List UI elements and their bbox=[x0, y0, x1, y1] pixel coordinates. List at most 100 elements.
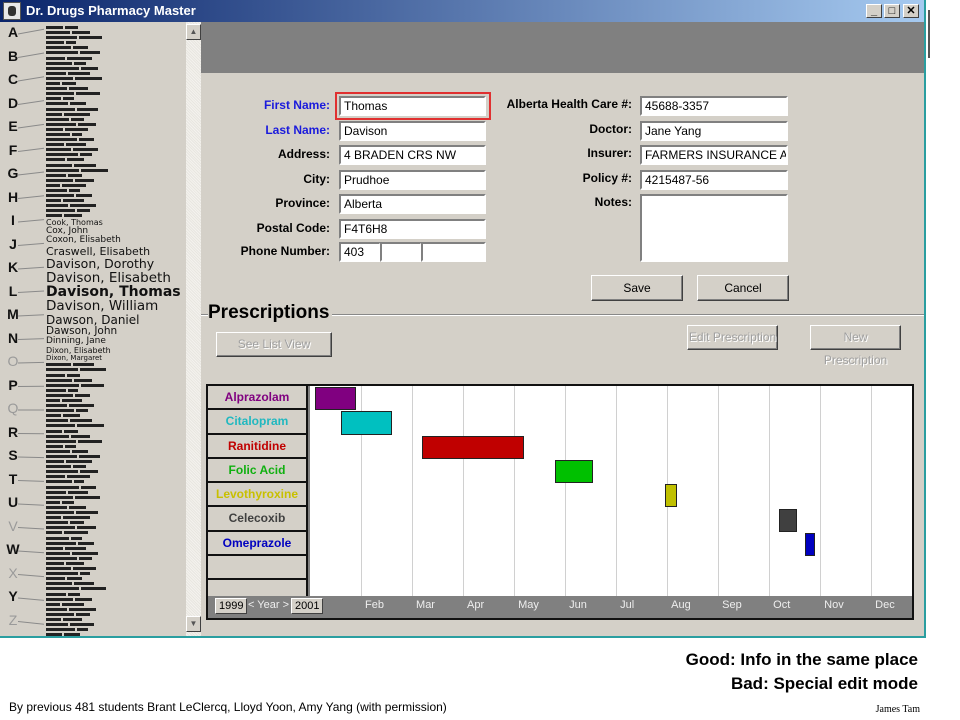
month-gridline bbox=[514, 386, 516, 596]
last-name-input[interactable]: Davison bbox=[339, 120, 486, 141]
month-tick-label: May bbox=[518, 599, 539, 611]
connector-line bbox=[18, 171, 45, 176]
field-label: Address: bbox=[277, 147, 330, 161]
credit-text: By previous 481 students Brant LeClercq,… bbox=[9, 700, 447, 714]
patient-name-item[interactable]: Davison, William bbox=[46, 299, 186, 313]
patient-name-item[interactable]: Dixon, Margaret bbox=[46, 354, 186, 362]
prescription-bar[interactable] bbox=[804, 532, 816, 557]
connector-line bbox=[18, 361, 45, 364]
drug-label[interactable]: Celecoxib bbox=[208, 507, 308, 532]
field-label: First Name: bbox=[263, 98, 330, 112]
save-button[interactable]: Save bbox=[591, 275, 683, 301]
connector-line bbox=[18, 52, 45, 58]
connector-line bbox=[18, 527, 45, 530]
month-tick-label: Apr bbox=[467, 599, 485, 611]
drug-label[interactable]: Citalopram bbox=[208, 410, 308, 435]
connector-line bbox=[18, 621, 45, 625]
insurer-input[interactable]: FARMERS INSURANCE AG bbox=[640, 145, 788, 165]
patient-name-item[interactable]: Davison, Elisabeth bbox=[46, 270, 186, 284]
field-label: City: bbox=[303, 171, 330, 186]
cancel-button[interactable]: Cancel bbox=[697, 275, 789, 301]
sidebar-scrollbar[interactable]: ▲ ▼ bbox=[186, 22, 201, 636]
postal-code-input[interactable]: F4T6H8 bbox=[339, 218, 486, 239]
alberta-health-care-input[interactable]: 45688-3357 bbox=[640, 96, 788, 116]
connector-line bbox=[18, 76, 45, 82]
connector-line bbox=[18, 574, 45, 578]
city-input[interactable]: Prudhoe bbox=[339, 169, 486, 190]
month-gridline bbox=[769, 386, 771, 596]
title-bar[interactable]: Dr. Drugs Pharmacy Master _ □ ✕ bbox=[0, 0, 924, 22]
month-tick-label: Jun bbox=[569, 599, 587, 611]
drug-label[interactable]: Folic Acid bbox=[208, 458, 308, 484]
connector-line bbox=[18, 314, 45, 317]
phone-label: Phone Number: bbox=[240, 244, 330, 258]
field-label: Postal Code: bbox=[256, 220, 330, 235]
connector-line bbox=[18, 100, 45, 105]
caption-bad: Bad: Special edit mode bbox=[730, 674, 918, 693]
address-input[interactable]: 4 BRADEN CRS NW bbox=[339, 145, 486, 165]
patient-names: Cook, Thomas Cox, John Coxon, Elisabeth Cra… bbox=[46, 25, 186, 636]
phone-line-input[interactable] bbox=[421, 242, 486, 262]
doctor-input[interactable]: Jane Yang bbox=[640, 120, 788, 141]
month-gridline bbox=[565, 386, 567, 596]
field-label: Insurer: bbox=[587, 146, 632, 160]
patient-name-item[interactable]: Davison, Dorothy bbox=[46, 257, 186, 270]
prescription-bar[interactable] bbox=[340, 411, 392, 435]
connector-line bbox=[18, 597, 45, 601]
connector-line bbox=[18, 242, 45, 246]
edit-prescription-button[interactable]: Edit Prescription bbox=[687, 325, 778, 350]
connector-line bbox=[18, 480, 45, 482]
prescription-bar[interactable] bbox=[422, 435, 525, 459]
new-prescription-button[interactable]: New Prescription bbox=[810, 325, 901, 367]
phone-area-code-input[interactable]: 403 bbox=[339, 242, 381, 262]
connector-line bbox=[18, 28, 45, 35]
month-gridline bbox=[412, 386, 414, 596]
drug-label[interactable]: Ranitidine bbox=[208, 434, 308, 459]
connector-line bbox=[18, 338, 45, 340]
month-tick-label: Nov bbox=[824, 599, 844, 611]
caption-good: Good: Info in the same place bbox=[685, 650, 918, 669]
month-tick-label: Aug bbox=[671, 599, 691, 611]
phone-prefix-input[interactable] bbox=[380, 242, 422, 262]
empty-drug-row bbox=[208, 556, 308, 581]
prescription-bar[interactable] bbox=[779, 508, 798, 532]
month-tick-label: Oct bbox=[773, 599, 791, 611]
see-list-view-button[interactable]: See List View bbox=[216, 332, 332, 357]
field-label: Doctor: bbox=[589, 121, 632, 136]
drug-label[interactable]: Levothyroxine bbox=[208, 483, 308, 508]
maximize-button[interactable]: □ bbox=[884, 4, 900, 18]
province-input[interactable]: Alberta bbox=[339, 194, 486, 214]
selected-patient-name[interactable]: Davison, Thomas bbox=[46, 284, 186, 300]
connector-line bbox=[18, 266, 45, 270]
minimize-button[interactable]: _ bbox=[866, 4, 882, 18]
previous-year-button[interactable]: 1999 bbox=[215, 598, 248, 614]
connector-line bbox=[18, 123, 45, 129]
next-year-button[interactable]: 2001 bbox=[291, 598, 324, 614]
fisheye-connector-lines bbox=[18, 28, 45, 625]
scroll-down-button[interactable]: ▼ bbox=[186, 616, 201, 632]
field-label: Alberta Health Care #: bbox=[506, 97, 632, 111]
app-window: Dr. Drugs Pharmacy Master _ □ ✕ ABCDEFGH… bbox=[0, 0, 926, 638]
timeline-plot bbox=[310, 386, 912, 596]
close-button[interactable]: ✕ bbox=[903, 4, 919, 18]
connector-line bbox=[18, 147, 45, 152]
first-name-input[interactable]: Thomas bbox=[339, 96, 486, 116]
compressed-name-item[interactable] bbox=[46, 632, 186, 636]
notes-textarea[interactable] bbox=[640, 194, 788, 262]
drug-label[interactable]: Alprazolam bbox=[208, 386, 308, 411]
policy-input[interactable]: 4215487-56 bbox=[640, 169, 788, 190]
month-tick-label: Jul bbox=[620, 599, 635, 611]
drug-label[interactable]: Omeprazole bbox=[208, 531, 308, 557]
fisheye-name-list[interactable]: ABCDEFGHIJKLMNOPQRSTUVWXYZ Cook, Thomas C… bbox=[0, 22, 186, 636]
scroll-up-button[interactable]: ▲ bbox=[186, 24, 201, 40]
window-title: Dr. Drugs Pharmacy Master bbox=[26, 3, 196, 18]
prescription-bar[interactable] bbox=[664, 484, 678, 508]
connector-line bbox=[18, 195, 45, 199]
prescription-bar[interactable] bbox=[554, 459, 594, 484]
connector-line bbox=[18, 550, 45, 554]
month-tick-label: Mar bbox=[416, 599, 435, 611]
patient-detail-panel: First Name: Thomas Last Name: Davison Addres… bbox=[201, 22, 924, 636]
field-label: Province: bbox=[275, 196, 330, 210]
prescription-bar[interactable] bbox=[315, 387, 356, 411]
field-label: Policy #: bbox=[582, 170, 632, 185]
